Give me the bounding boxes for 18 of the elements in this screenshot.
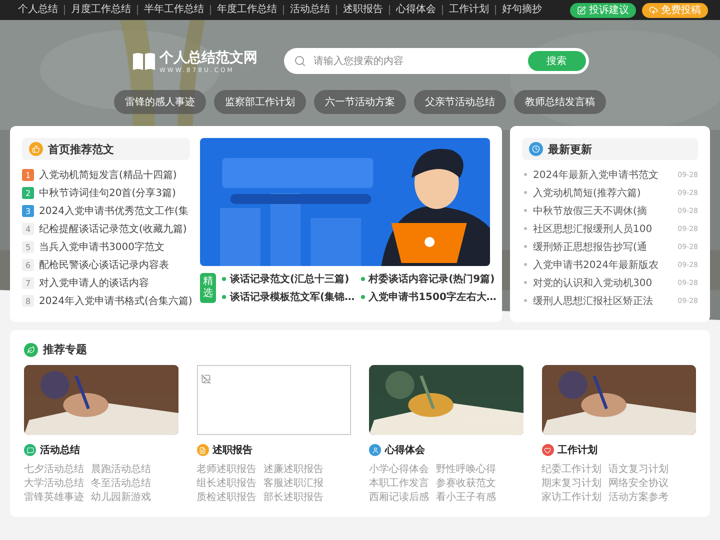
nav-link[interactable]: 半年工作总结 [137, 5, 210, 15]
upload-icon [649, 6, 658, 14]
nav-link[interactable]: 活动总结 [283, 5, 336, 15]
nav-link[interactable]: 好句摘抄 [495, 5, 548, 15]
nav-link[interactable]: 心得体会 [389, 5, 442, 15]
topic-title[interactable]: 工作计划 [558, 443, 598, 457]
nav-link[interactable]: 个人总结 [12, 5, 64, 15]
nav-link[interactable]: 月度工作总结 [64, 5, 137, 15]
topic-title[interactable]: 心得体会 [385, 443, 425, 457]
topic-title[interactable]: 活动总结 [40, 443, 80, 457]
topic-title[interactable]: 述职报告 [212, 443, 252, 457]
nav-link[interactable]: 年度工作总结 [210, 5, 283, 15]
broken-image-icon [200, 374, 210, 384]
nav-link[interactable]: 工作计划 [442, 5, 495, 15]
nav-link[interactable]: 述职报告 [336, 5, 389, 15]
section-title: 推荐专题 [43, 342, 87, 357]
edit-icon [577, 6, 586, 14]
leaf-icon [24, 342, 38, 356]
